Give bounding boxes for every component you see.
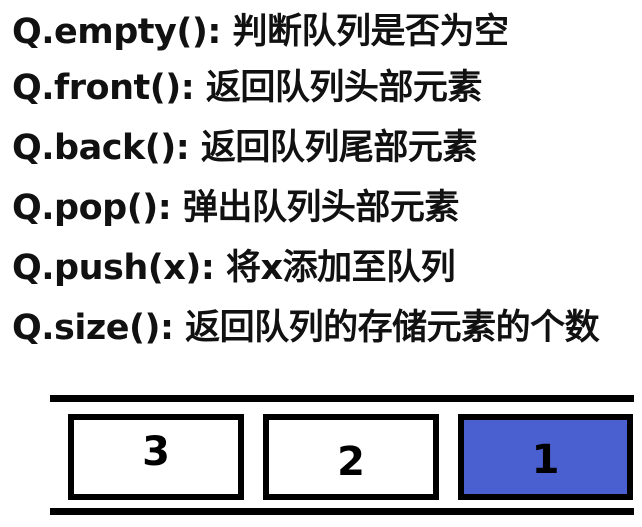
method-pop: Q.pop(): 弹出队列头部元素 (12, 188, 459, 228)
queue-cell-label: 3 (142, 429, 170, 475)
queue-cells: 3 2 1 (68, 414, 634, 502)
method-front: Q.front(): 返回队列头部元素 (12, 68, 482, 108)
queue-methods-list: Q.empty(): 判断队列是否为空 Q.front(): 返回队列头部元素 … (12, 6, 632, 358)
queue-cell-1-front: 1 (458, 414, 633, 500)
queue-diagram: 3 2 1 (50, 395, 634, 522)
queue-top-rail (50, 395, 634, 402)
method-push: Q.push(x): 将x添加至队列 (12, 248, 456, 288)
queue-cell-label: 2 (337, 439, 365, 485)
method-empty: Q.empty(): 判断队列是否为空 (12, 12, 509, 52)
queue-cell-label: 1 (531, 437, 560, 483)
queue-cell-3: 3 (68, 414, 244, 500)
queue-bottom-rail (50, 508, 634, 515)
method-size: Q.size(): 返回队列的存储元素的个数 (12, 308, 600, 348)
queue-cell-2: 2 (263, 414, 439, 500)
method-back: Q.back(): 返回队列尾部元素 (12, 128, 477, 168)
